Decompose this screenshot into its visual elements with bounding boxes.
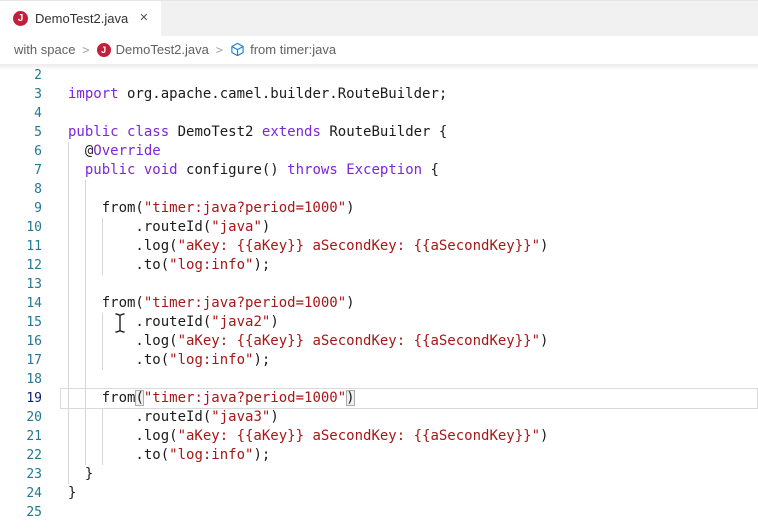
code-text: .routeId("java") (68, 218, 758, 237)
code-line-19[interactable]: 19 from("timer:java?period=1000") (0, 389, 758, 408)
breadcrumb-folder-label: with space (14, 42, 75, 57)
mouse-ibeam-cursor (114, 312, 126, 340)
breadcrumb-symbol[interactable]: from timer:java (230, 42, 336, 57)
code-text: .to("log:info"); (68, 256, 758, 275)
java-file-icon: J (13, 11, 28, 26)
line-number[interactable]: 23 (0, 465, 42, 484)
code-text: import org.apache.camel.builder.RouteBui… (68, 85, 758, 104)
line-number[interactable]: 7 (0, 161, 42, 180)
breadcrumb-symbol-label: from timer:java (250, 42, 336, 57)
line-number[interactable]: 22 (0, 446, 42, 465)
line-number[interactable]: 16 (0, 332, 42, 351)
line-number[interactable]: 24 (0, 484, 42, 503)
code-line-17[interactable]: 17 .to("log:info"); (0, 351, 758, 370)
line-number[interactable]: 18 (0, 370, 42, 389)
line-number[interactable]: 12 (0, 256, 42, 275)
code-lines: 23 import org.apache.camel.builder.RouteB… (0, 64, 758, 522)
chevron-right-icon: > (216, 43, 223, 57)
code-text: public class DemoTest2 extends RouteBuil… (68, 123, 758, 142)
code-text: .log("aKey: {{aKey}} aSecondKey: {{aSeco… (68, 427, 758, 446)
code-line-18[interactable]: 18 (0, 370, 758, 389)
code-line-11[interactable]: 11 .log("aKey: {{aKey}} aSecondKey: {{aS… (0, 237, 758, 256)
line-number[interactable]: 21 (0, 427, 42, 446)
code-text (68, 370, 758, 389)
code-text (68, 104, 758, 123)
line-number[interactable]: 4 (0, 104, 42, 123)
breadcrumb-file[interactable]: J DemoTest2.java (97, 42, 209, 57)
symbol-cube-icon (230, 42, 245, 57)
code-line-7[interactable]: 7 public void configure() throws Excepti… (0, 161, 758, 180)
code-text: .to("log:info"); (68, 446, 758, 465)
code-line-5[interactable]: 5 public class DemoTest2 extends RouteBui… (0, 123, 758, 142)
code-text: .routeId("java2") (68, 313, 758, 332)
code-line-25[interactable]: 25 (0, 503, 758, 522)
line-number[interactable]: 8 (0, 180, 42, 199)
code-text: from("timer:java?period=1000") (68, 389, 758, 408)
line-number[interactable]: 10 (0, 218, 42, 237)
code-text: .routeId("java3") (68, 408, 758, 427)
code-editor[interactable]: 23 import org.apache.camel.builder.RouteB… (0, 64, 758, 531)
line-number[interactable]: 9 (0, 199, 42, 218)
line-number[interactable]: 11 (0, 237, 42, 256)
code-text (68, 503, 758, 522)
breadcrumb-file-label: DemoTest2.java (116, 42, 209, 57)
line-number[interactable]: 14 (0, 294, 42, 313)
editor-window: J DemoTest2.java ✕ with space > J DemoTe… (0, 0, 758, 531)
code-line-10[interactable]: 10 .routeId("java") (0, 218, 758, 237)
code-line-3[interactable]: 3 import org.apache.camel.builder.RouteBu… (0, 85, 758, 104)
tab-demotest2-java[interactable]: J DemoTest2.java ✕ (0, 1, 161, 36)
close-tab-icon[interactable]: ✕ (136, 11, 151, 26)
line-number[interactable]: 19 (0, 389, 42, 408)
line-number[interactable]: 20 (0, 408, 42, 427)
code-line-2[interactable]: 2 (0, 66, 758, 85)
tab-title: DemoTest2.java (35, 11, 128, 26)
code-line-14[interactable]: 14 from("timer:java?period=1000") (0, 294, 758, 313)
code-text: .log("aKey: {{aKey}} aSecondKey: {{aSeco… (68, 237, 758, 256)
code-text: @Override (68, 142, 758, 161)
code-line-20[interactable]: 20 .routeId("java3") (0, 408, 758, 427)
code-text: .log("aKey: {{aKey}} aSecondKey: {{aSeco… (68, 332, 758, 351)
code-text: } (68, 465, 758, 484)
code-text: } (68, 484, 758, 503)
breadcrumb: with space > J DemoTest2.java > from tim… (0, 36, 758, 63)
line-number[interactable]: 3 (0, 85, 42, 104)
line-number[interactable]: 25 (0, 503, 42, 522)
code-line-21[interactable]: 21 .log("aKey: {{aKey}} aSecondKey: {{aS… (0, 427, 758, 446)
code-line-4[interactable]: 4 (0, 104, 758, 123)
breadcrumb-folder[interactable]: with space (14, 42, 75, 57)
code-line-24[interactable]: 24} (0, 484, 758, 503)
code-text: from("timer:java?period=1000") (68, 199, 758, 218)
line-number[interactable]: 13 (0, 275, 42, 294)
code-text: public void configure() throws Exception… (68, 161, 758, 180)
code-line-13[interactable]: 13 (0, 275, 758, 294)
code-text: from("timer:java?period=1000") (68, 294, 758, 313)
code-line-23[interactable]: 23 } (0, 465, 758, 484)
line-number[interactable]: 6 (0, 142, 42, 161)
code-line-8[interactable]: 8 (0, 180, 758, 199)
code-line-9[interactable]: 9 from("timer:java?period=1000") (0, 199, 758, 218)
line-number[interactable]: 17 (0, 351, 42, 370)
line-number[interactable]: 2 (0, 66, 42, 85)
chevron-right-icon: > (82, 43, 89, 57)
tab-bar: J DemoTest2.java ✕ (0, 1, 758, 36)
line-number[interactable]: 15 (0, 313, 42, 332)
line-number[interactable]: 5 (0, 123, 42, 142)
code-line-22[interactable]: 22 .to("log:info"); (0, 446, 758, 465)
code-text (68, 180, 758, 199)
code-line-6[interactable]: 6 @Override (0, 142, 758, 161)
code-text (68, 66, 758, 85)
java-file-icon: J (97, 43, 111, 57)
code-text (68, 275, 758, 294)
code-text: .to("log:info"); (68, 351, 758, 370)
code-line-12[interactable]: 12 .to("log:info"); (0, 256, 758, 275)
